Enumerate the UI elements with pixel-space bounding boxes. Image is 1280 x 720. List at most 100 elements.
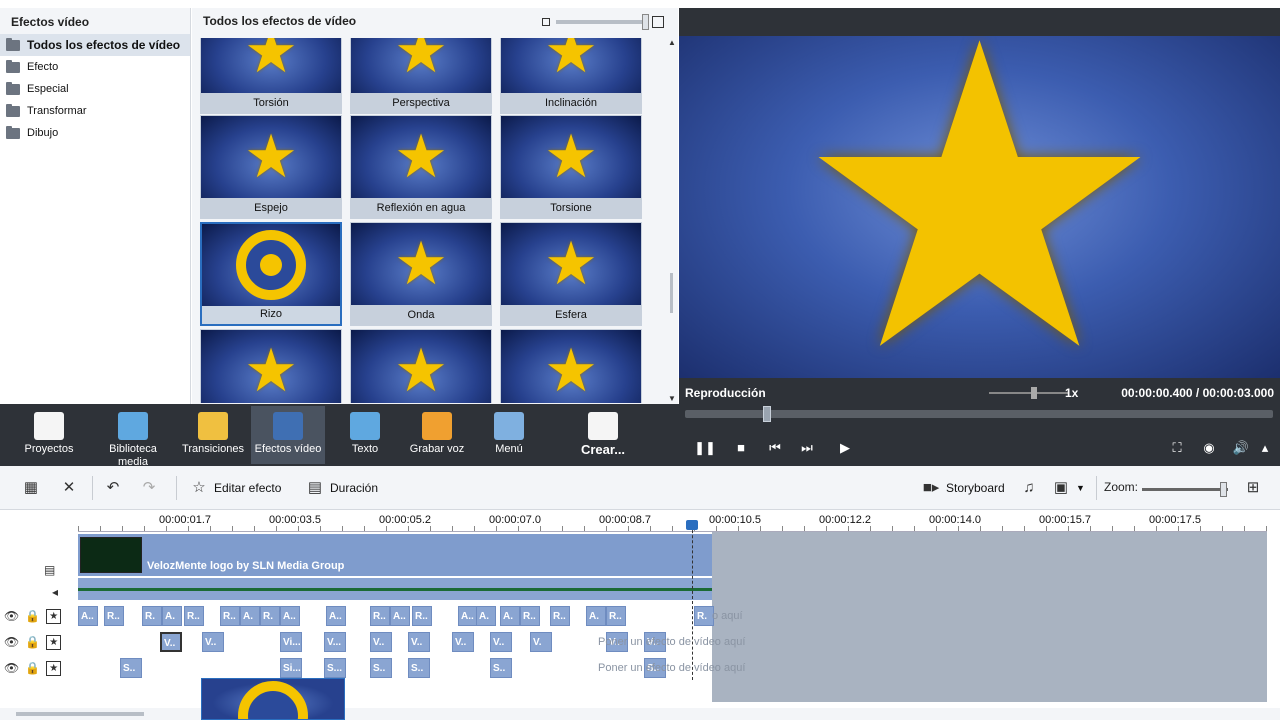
display-mode-icon[interactable]: ▣ ▼ [1052,478,1085,498]
volume-icon[interactable]: 🔊 [1229,436,1253,460]
effect-tile[interactable]: ★ Espejo [200,115,342,219]
effect-clip[interactable]: A. [162,606,182,626]
effect-tile[interactable]: ★ Reflexión en agua [350,115,492,219]
effect-clip[interactable]: S.. [370,658,392,678]
speed-knob[interactable] [1031,387,1037,399]
eye-icon[interactable]: 👁 [4,635,19,649]
effect-clip[interactable]: R.. [606,606,626,626]
timeline-scroll-thumb[interactable] [16,712,144,716]
scroll-down-icon[interactable]: ▼ [668,394,676,403]
grid-icon[interactable]: ▦ [22,478,46,498]
effect-tile[interactable]: ★ [200,329,342,403]
effect-tile[interactable]: ★ Esfera [500,222,642,326]
snapshot-icon[interactable]: ◉ [1197,436,1221,460]
toolbar-text-button[interactable]: Texto [328,406,402,464]
audio-mixer-icon[interactable]: ♫ [1020,478,1044,498]
effect-clip[interactable]: A.. [280,606,300,626]
category-transform[interactable]: Transformar [0,100,190,122]
effect-clip[interactable]: R.. [184,606,204,626]
toolbar-create-button[interactable]: Crear... [566,406,640,464]
effect-clip[interactable]: R.. [412,606,432,626]
effect-tile[interactable]: ★ [500,329,642,403]
effect-clip[interactable]: R.. [220,606,240,626]
eye-icon[interactable]: 👁 [4,661,19,675]
effect-clip[interactable]: S.. [490,658,512,678]
speed-slider[interactable] [989,387,1069,399]
effect-clip[interactable]: A.. [78,606,98,626]
effect-clip[interactable]: V.. [202,632,224,652]
scrub-bar[interactable] [685,406,1273,422]
delete-icon[interactable]: ✕ [60,478,84,498]
fullscreen-icon[interactable]: ⛶ [1165,436,1189,460]
pause-icon[interactable]: ❚❚ [693,436,717,460]
zoom-slider[interactable] [1142,482,1228,497]
effect-clip[interactable]: R. [694,606,714,626]
undo-icon[interactable]: ↶ [104,478,128,498]
toolbar-star-effect-button[interactable]: Efectos vídeo [251,406,325,464]
scroll-thumb[interactable] [670,273,673,313]
size-track[interactable] [556,14,649,30]
effect-clip[interactable]: A. [476,606,496,626]
effect-clip[interactable]: R. [142,606,162,626]
next-frame-icon[interactable]: ⏭ [795,436,819,460]
toolbar-film-button[interactable]: Biblioteca media [96,406,170,468]
effect-clip[interactable]: V.. [408,632,430,652]
stop-icon[interactable]: ■ [729,436,753,460]
effect-clip[interactable]: A.. [390,606,410,626]
scrub-knob[interactable] [763,406,771,422]
effect-clip[interactable]: V.. [490,632,512,652]
effect-clip[interactable]: V... [324,632,346,652]
effect-clip[interactable]: A. [586,606,606,626]
effect-clip[interactable]: A. [500,606,520,626]
toolbar-clapper-button[interactable]: Proyectos [12,406,86,464]
duration-button[interactable]: ▤ Duración [306,478,378,498]
eye-icon[interactable]: 👁 [4,609,19,623]
effect-clip[interactable]: S.. [408,658,430,678]
play-range-icon[interactable]: ▶ [833,436,857,460]
effect-clip[interactable]: A.. [326,606,346,626]
timeline-scrollbar[interactable] [0,708,1280,720]
storyboard-button[interactable]: ■▸ Storyboard [922,478,1005,498]
effect-clip[interactable]: R.. [370,606,390,626]
effect-clip[interactable]: V.. [160,632,182,652]
effect-clip[interactable]: R.. [550,606,570,626]
zoom-knob[interactable] [1220,482,1227,497]
grid-scrollbar[interactable]: ▲ ▼ [666,38,678,403]
lock-icon[interactable]: 🔒 [25,609,40,623]
volume-menu-icon[interactable]: ▴ [1253,436,1277,460]
effect-clip[interactable]: A.. [458,606,478,626]
effect-clip[interactable]: Si... [280,658,302,678]
effect-clip[interactable]: R.. [520,606,540,626]
category-effect[interactable]: Efecto [0,56,190,78]
effect-clip[interactable]: S.. [120,658,142,678]
lock-icon[interactable]: 🔒 [25,661,40,675]
effect-clip[interactable]: R.. [104,606,124,626]
toolbar-transition-button[interactable]: Transiciones [176,406,250,464]
video-track-clip[interactable]: VelozMente logo by SLN Media Group [78,534,712,576]
effect-clip[interactable]: V.. [370,632,392,652]
toolbar-menu-button[interactable]: Menú [472,406,546,464]
effect-tile[interactable]: ★ Torsión [200,38,342,114]
effect-tile[interactable]: ★ Torsione [500,115,642,219]
previous-frame-icon[interactable]: ⏮ [763,436,787,460]
category-all-effects[interactable]: Todos los efectos de vídeo [0,34,190,56]
effect-clip[interactable]: V. [530,632,552,652]
category-special[interactable]: Especial [0,78,190,100]
toolbar-microphone-button[interactable]: Grabar voz [400,406,474,464]
lock-icon[interactable]: 🔒 [25,635,40,649]
audio-track-clip[interactable] [78,578,712,600]
large-thumbs-icon[interactable] [652,16,664,28]
effect-clip[interactable]: R. [260,606,280,626]
effect-tile[interactable]: ★ Inclinación [500,38,642,114]
effect-clip[interactable]: A. [240,606,260,626]
size-knob[interactable] [642,14,649,30]
small-thumbs-icon[interactable] [542,18,550,26]
effect-tile[interactable]: ★ [350,329,492,403]
effect-tile[interactable]: ★ Perspectiva [350,38,492,114]
time-ruler[interactable]: 00:00:01.7 00:00:03.5 00:00:05.2 00:00:07.0… [78,510,1267,532]
effect-tile[interactable]: ★ Onda [350,222,492,326]
thumbnail-size-slider[interactable] [542,14,664,30]
zoom-fit-icon[interactable]: ⊞ [1244,478,1268,498]
scroll-up-icon[interactable]: ▲ [668,38,676,47]
edit-effect-button[interactable]: ☆ Editar efecto [190,478,281,498]
